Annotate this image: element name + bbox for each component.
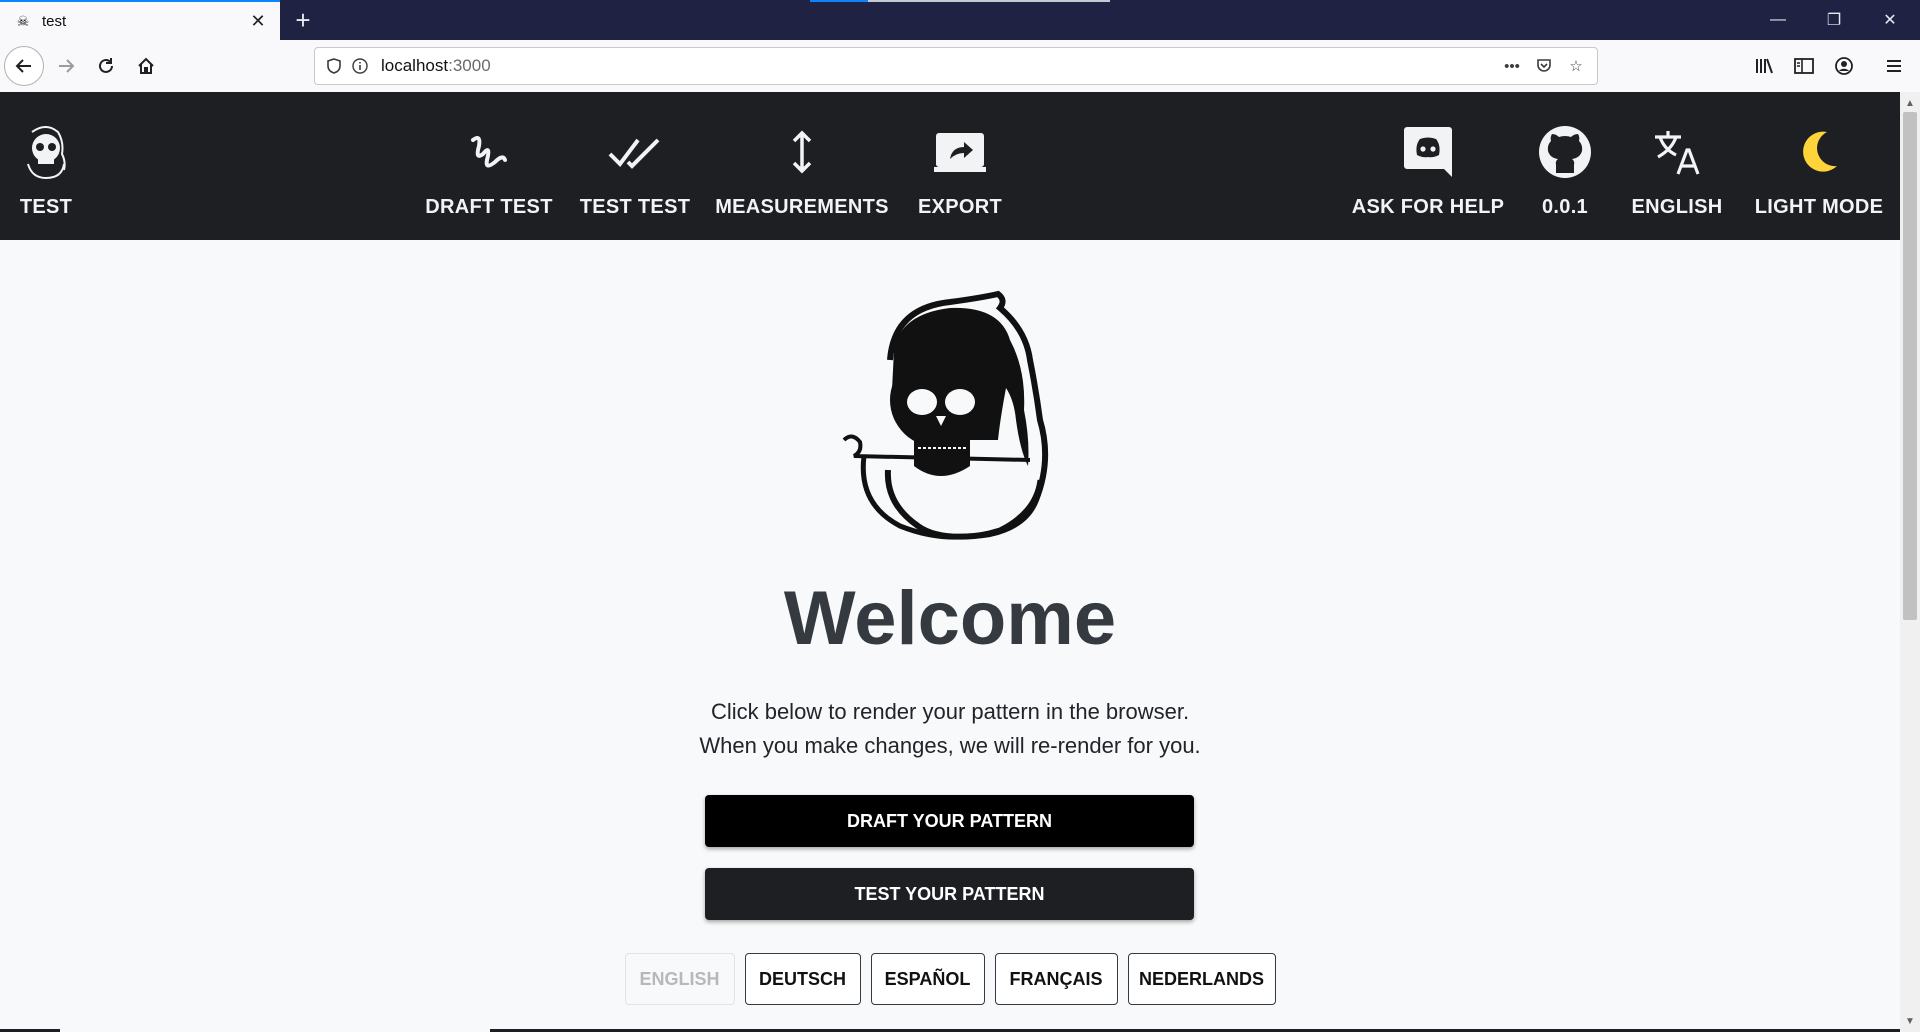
sidebar-icon[interactable]: [1786, 48, 1822, 84]
nav-label: EXPORT: [917, 196, 1003, 218]
lang-button-deutsch[interactable]: DEUTSCH: [744, 953, 861, 1005]
language-switcher: ENGLISH DEUTSCH ESPAÑOL FRANÇAIS NEDERLA…: [0, 953, 1900, 1005]
pocket-icon[interactable]: [1531, 53, 1557, 79]
lang-button-english[interactable]: ENGLISH: [624, 953, 735, 1005]
app-menu-icon[interactable]: [1876, 48, 1912, 84]
draft-icon: [467, 122, 511, 182]
export-icon: [934, 122, 986, 182]
url-port: :3000: [448, 56, 491, 75]
browser-tab[interactable]: ☠ test ✕: [0, 0, 280, 40]
tracking-shield-icon[interactable]: [321, 53, 347, 79]
reload-icon[interactable]: [88, 48, 124, 84]
nav-label: DRAFT TEST: [425, 196, 553, 218]
translate-icon: [1652, 122, 1702, 182]
intro-text: Click below to render your pattern in th…: [0, 695, 1900, 763]
restore-icon[interactable]: ❐: [1806, 0, 1862, 40]
site-header: TEST DRAFT TEST TEST TEST MEASUREMENTS E…: [0, 92, 1900, 240]
lang-button-francais[interactable]: FRANÇAIS: [994, 953, 1118, 1005]
nav-export[interactable]: EXPORT: [912, 92, 1008, 240]
main-content: Welcome Click below to render your patte…: [0, 240, 1900, 1032]
double-check-icon: [608, 122, 662, 182]
nav-label: TEST TEST: [579, 196, 691, 218]
brand-link[interactable]: TEST: [0, 92, 92, 240]
vertical-arrows-icon: [790, 122, 814, 182]
url-host: localhost: [381, 56, 449, 75]
nav-test-test[interactable]: TEST TEST: [572, 92, 698, 240]
nav-draft-test[interactable]: DRAFT TEST: [420, 92, 558, 240]
brand-label: TEST: [19, 196, 73, 218]
nav-language[interactable]: ENGLISH: [1630, 92, 1724, 240]
nav-measurements[interactable]: MEASUREMENTS: [715, 92, 889, 240]
tab-title: test: [42, 12, 67, 30]
lang-button-nederlands[interactable]: NEDERLANDS: [1127, 953, 1276, 1005]
intro-line-1: Click below to render your pattern in th…: [710, 699, 1190, 724]
scroll-up-icon[interactable]: ▲: [1900, 94, 1920, 112]
url-bar[interactable]: localhost:3000 ••• ☆: [314, 47, 1598, 85]
scrollbar-thumb[interactable]: [1903, 112, 1917, 620]
draft-your-pattern-button[interactable]: DRAFT YOUR PATTERN: [705, 795, 1194, 847]
library-icon[interactable]: [1746, 48, 1782, 84]
close-tab-icon[interactable]: ✕: [244, 7, 272, 35]
nav-theme-toggle[interactable]: LIGHT MODE: [1746, 92, 1892, 240]
bookmark-star-icon[interactable]: ☆: [1563, 53, 1589, 79]
skull-favicon-icon: ☠: [16, 12, 30, 29]
nav-label: ASK FOR HELP: [1351, 196, 1505, 218]
back-icon[interactable]: [4, 46, 44, 86]
minimize-icon[interactable]: —: [1750, 0, 1806, 40]
browser-tab-strip: ☠ test ✕ + — ❐ ✕: [0, 0, 1920, 40]
browser-navbar: localhost:3000 ••• ☆: [0, 40, 1920, 93]
test-your-pattern-button[interactable]: TEST YOUR PATTERN: [705, 868, 1194, 920]
nav-label: LIGHT MODE: [1754, 196, 1884, 218]
freesewing-skull-logo: [830, 290, 1070, 555]
lang-button-espanol[interactable]: ESPAÑOL: [870, 953, 985, 1005]
nav-github-version[interactable]: 0.0.1: [1520, 92, 1610, 240]
scroll-down-icon[interactable]: ▼: [1900, 1012, 1920, 1030]
github-icon: [1538, 122, 1592, 182]
welcome-heading: Welcome: [783, 576, 1117, 661]
site-info-icon[interactable]: [347, 53, 373, 79]
skull-logo-icon: [20, 122, 72, 182]
nav-label: MEASUREMENTS: [715, 196, 889, 218]
nav-label: ENGLISH: [1631, 196, 1723, 218]
tab-strip-indicator: [810, 0, 1110, 2]
discord-icon: [1403, 122, 1453, 182]
intro-line-2: When you make changes, we will re-render…: [699, 733, 1201, 758]
nav-label: 0.0.1: [1542, 196, 1588, 218]
page-actions-icon[interactable]: •••: [1499, 53, 1525, 79]
new-tab-icon[interactable]: +: [288, 5, 318, 35]
nav-ask-for-help[interactable]: ASK FOR HELP: [1346, 92, 1510, 240]
forward-icon[interactable]: [48, 48, 84, 84]
moon-icon: [1797, 122, 1841, 182]
home-icon[interactable]: [128, 48, 164, 84]
account-icon[interactable]: [1826, 48, 1862, 84]
window-close-icon[interactable]: ✕: [1862, 0, 1918, 40]
